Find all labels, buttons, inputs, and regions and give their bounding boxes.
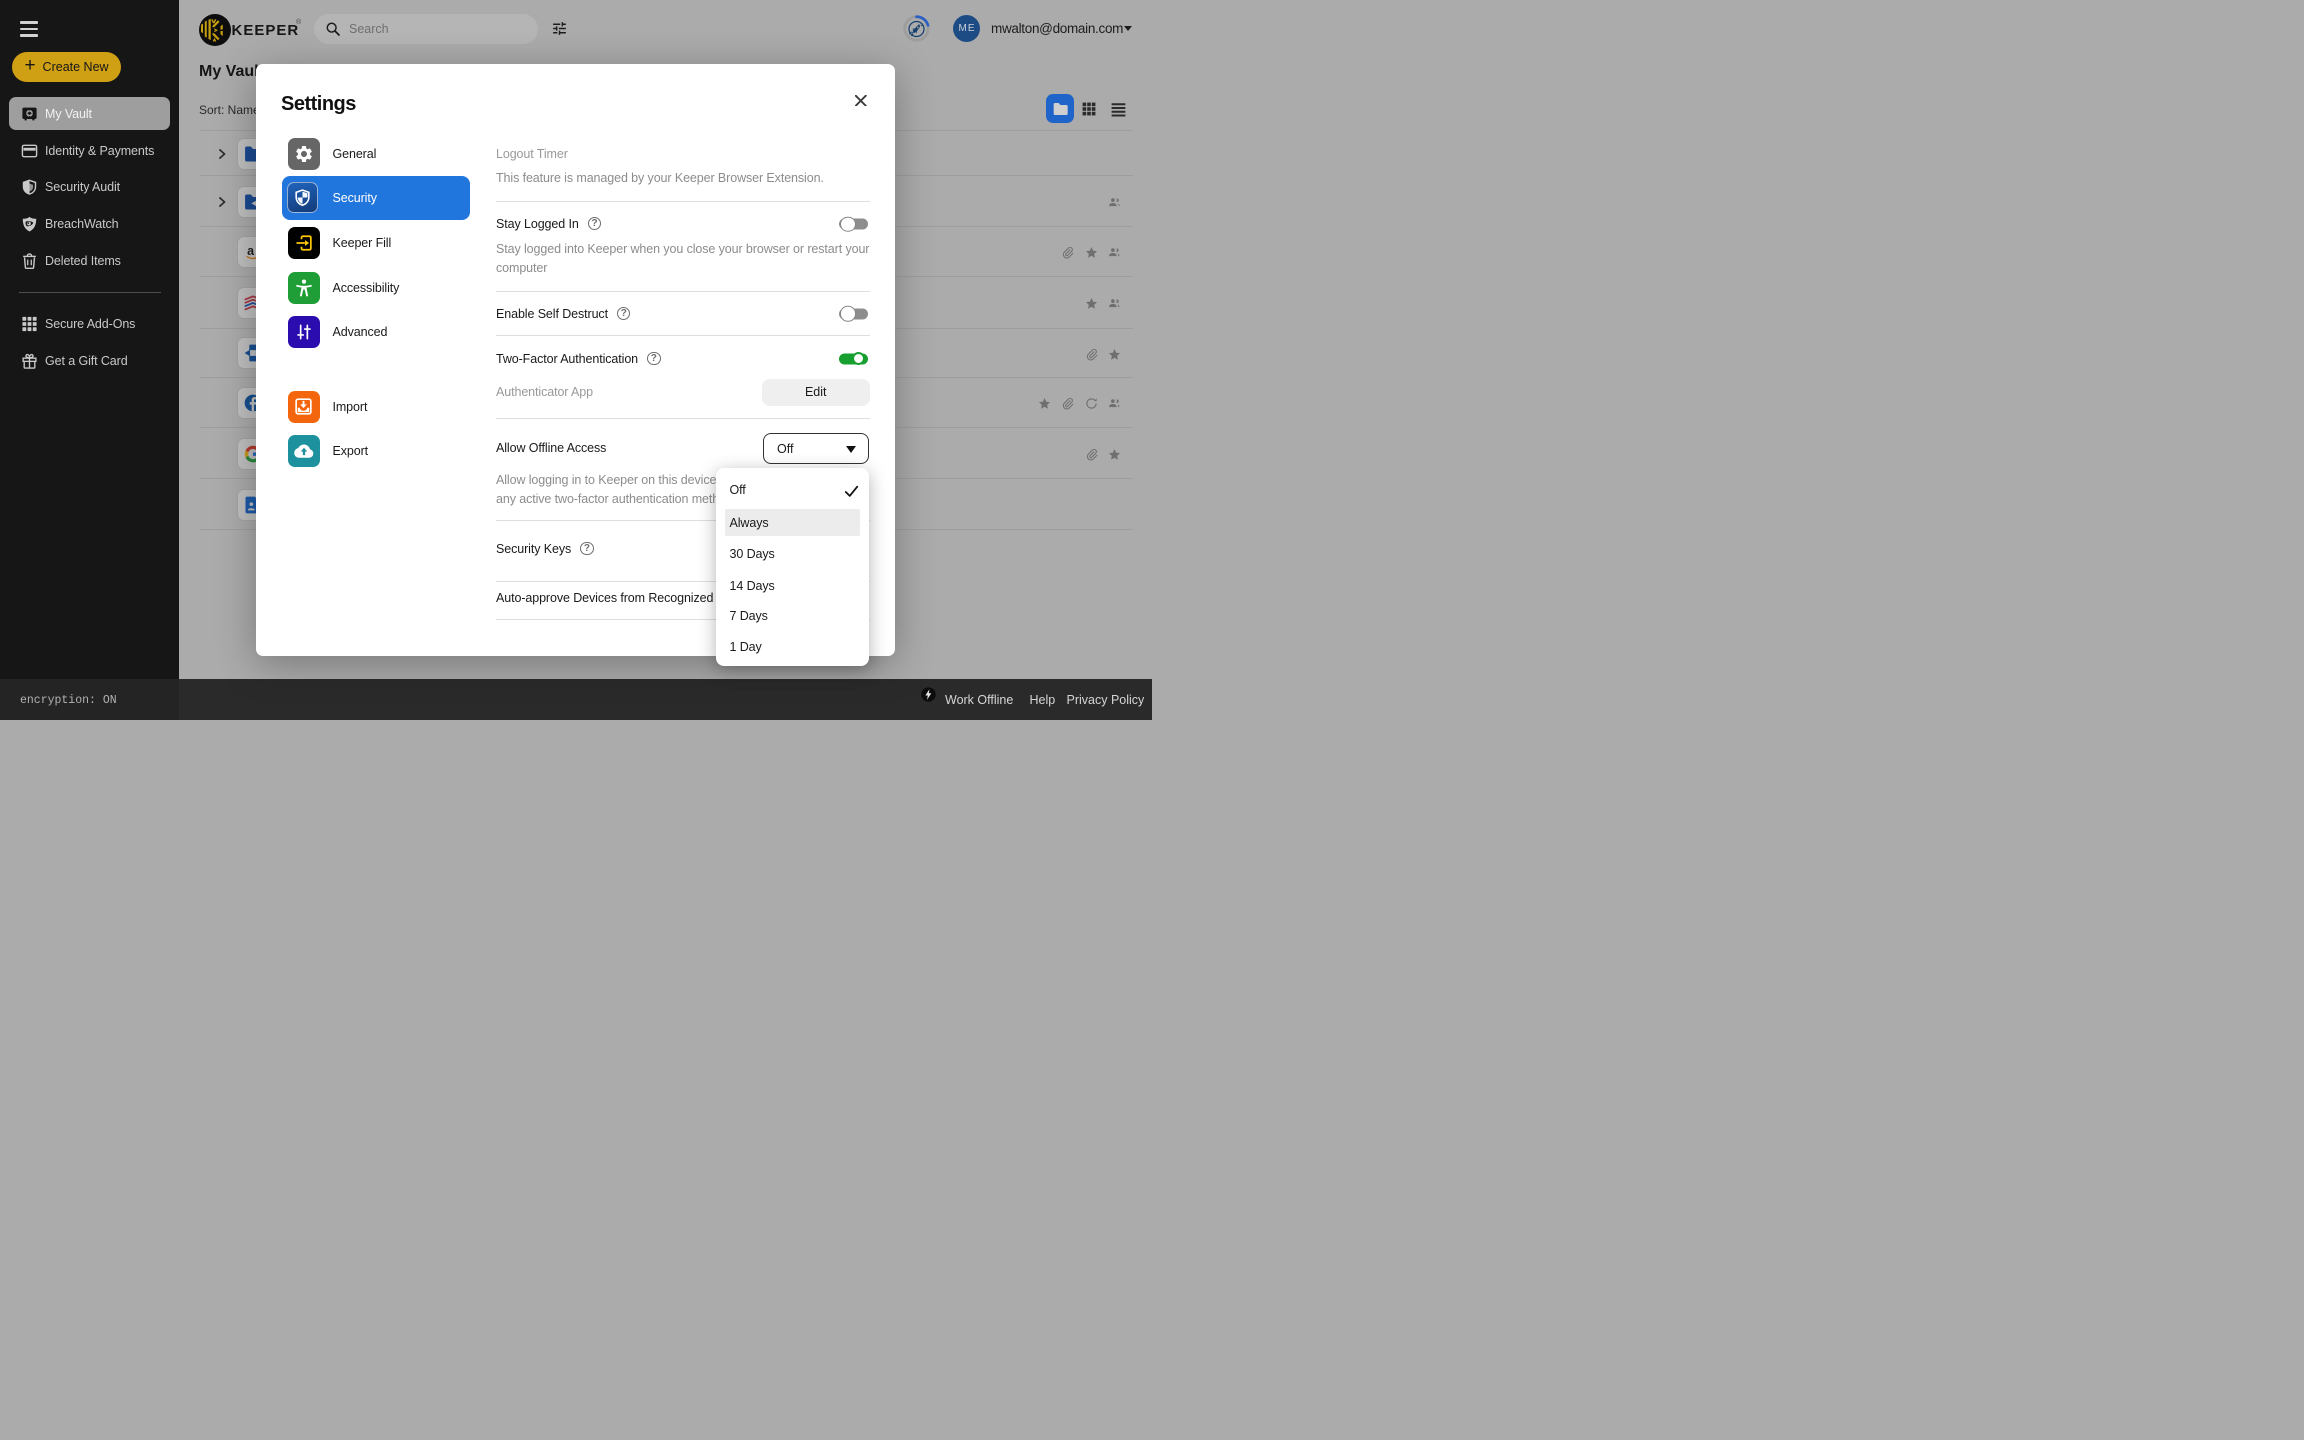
- svg-text:a: a: [247, 244, 255, 258]
